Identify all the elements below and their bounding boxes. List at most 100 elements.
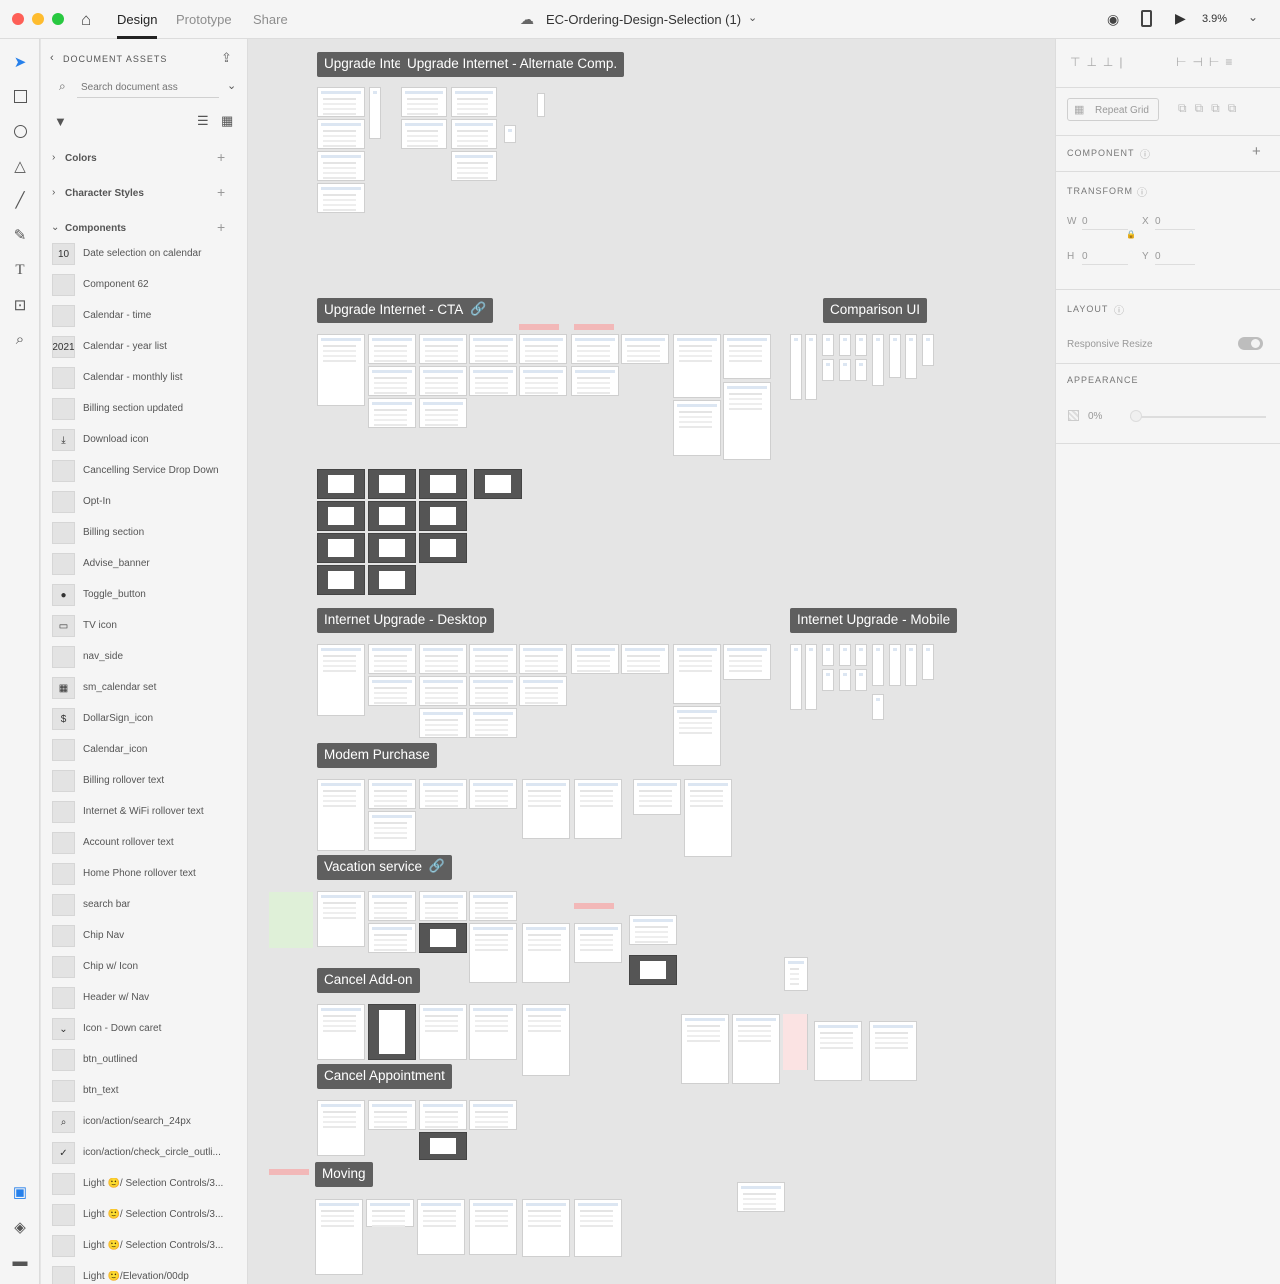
zoom-tool-icon[interactable]: ⌕	[10, 329, 30, 349]
artboard-thumbnail[interactable]	[805, 334, 817, 400]
artboard-thumbnail[interactable]	[368, 676, 416, 706]
component-item[interactable]: Calendar - time	[41, 301, 247, 332]
component-item[interactable]: $ DollarSign_icon	[41, 704, 247, 735]
component-item[interactable]: search bar	[41, 890, 247, 921]
user-icon[interactable]: ◉	[1107, 11, 1119, 28]
artboard-thumbnail[interactable]	[537, 93, 545, 117]
component-item[interactable]: Light 🙂/Elevation/00dp	[41, 1262, 247, 1284]
group-label-cancel-add-on[interactable]: Cancel Add-on	[317, 968, 420, 993]
artboard-thumbnail[interactable]	[855, 359, 867, 381]
artboard-thumbnail[interactable]	[317, 87, 365, 117]
component-item[interactable]: Internet & WiFi rollover text	[41, 797, 247, 828]
artboard-thumbnail[interactable]	[839, 359, 851, 381]
artboard-thumbnail[interactable]	[419, 334, 467, 364]
component-item[interactable]: Cancelling Service Drop Down	[41, 456, 247, 487]
component-item[interactable]: Light 🙂/ Selection Controls/3...	[41, 1200, 247, 1231]
line-tool-icon[interactable]: ╱	[10, 190, 30, 210]
add-component-icon[interactable]: +	[217, 219, 225, 235]
chevron-down-icon[interactable]: ⌄	[1248, 10, 1258, 24]
tab-design[interactable]: Design	[117, 12, 157, 27]
artboard-thumbnail[interactable]	[869, 1021, 917, 1081]
component-item[interactable]: Advise_banner	[41, 549, 247, 580]
artboard-thumbnail[interactable]	[317, 151, 365, 181]
artboard-thumbnail[interactable]	[790, 334, 802, 400]
artboard-thumbnail[interactable]	[574, 1199, 622, 1257]
artboard-thumbnail-dark[interactable]	[419, 533, 467, 563]
artboard-thumbnail-dark[interactable]	[317, 501, 365, 531]
add-character-style-icon[interactable]: +	[217, 184, 225, 200]
group-label-upgrade-internet-cta[interactable]: Upgrade Internet - CTA 🔗	[317, 298, 494, 323]
component-item[interactable]: Opt-In	[41, 487, 247, 518]
component-item[interactable]: Billing section	[41, 518, 247, 549]
artboard-thumbnail[interactable]	[922, 644, 934, 680]
artboard-thumbnail[interactable]	[419, 644, 467, 674]
artboard-thumbnail[interactable]	[723, 334, 771, 379]
artboard-thumbnail[interactable]	[419, 366, 467, 396]
info-icon[interactable]: ⓘ	[1140, 146, 1150, 161]
y-field[interactable]: 0	[1155, 251, 1195, 265]
artboard-thumbnail[interactable]	[469, 779, 517, 809]
component-item[interactable]: ● Toggle_button	[41, 580, 247, 611]
group-label-internet-upgrade-desktop[interactable]: Internet Upgrade - Desktop	[317, 608, 494, 633]
artboard-thumbnail[interactable]	[419, 1100, 467, 1130]
text-tool-icon[interactable]: T	[10, 260, 30, 280]
artboard-thumbnail[interactable]	[317, 644, 365, 716]
artboard-thumbnail[interactable]	[522, 1004, 570, 1076]
artboard-thumbnail[interactable]	[723, 644, 771, 680]
artboard-thumbnail[interactable]	[673, 706, 721, 766]
artboard-thumbnail[interactable]	[822, 669, 834, 691]
artboard-thumbnail[interactable]	[469, 923, 517, 983]
artboard-thumbnail[interactable]	[369, 87, 381, 139]
artboard-thumbnail[interactable]	[673, 400, 721, 456]
component-item[interactable]: ▦ sm_calendar set	[41, 673, 247, 704]
artboard-thumbnail[interactable]	[317, 1100, 365, 1156]
component-item[interactable]: 10 Date selection on calendar	[41, 239, 247, 270]
artboard-thumbnail[interactable]	[681, 1014, 729, 1084]
zoom-window-button[interactable]	[52, 13, 64, 25]
opacity-slider-handle[interactable]	[1130, 410, 1142, 422]
search-input[interactable]	[81, 79, 221, 95]
width-field[interactable]: 0	[1082, 216, 1128, 230]
align-top-icons[interactable]: ⊤⊥⊥|	[1070, 55, 1128, 69]
component-item[interactable]: Billing rollover text	[41, 766, 247, 797]
boolean-ops-icons[interactable]: ⧉⧉⧉⧉	[1178, 101, 1244, 116]
artboard-thumbnail[interactable]	[839, 644, 851, 666]
artboard-thumbnail[interactable]	[839, 334, 851, 356]
chevron-down-icon[interactable]: ⌄	[748, 11, 757, 24]
mobile-preview-icon[interactable]	[1141, 10, 1152, 27]
artboard-thumbnail[interactable]	[673, 644, 721, 704]
component-item[interactable]: Calendar_icon	[41, 735, 247, 766]
artboard-thumbnail-dark[interactable]	[368, 501, 416, 531]
artboard-thumbnail[interactable]	[814, 1021, 862, 1081]
component-item[interactable]: Header w/ Nav	[41, 983, 247, 1014]
artboard-thumbnail[interactable]	[504, 125, 516, 143]
artboard-thumbnail[interactable]	[519, 676, 567, 706]
artboard-thumbnail-dark[interactable]	[368, 533, 416, 563]
group-label-upgrade-internet-alternate[interactable]: Upgrade Internet - Alternate Comp.	[400, 52, 625, 77]
x-field[interactable]: 0	[1155, 216, 1195, 230]
component-item[interactable]: 2021 Calendar - year list	[41, 332, 247, 363]
artboard-thumbnail-dark[interactable]	[474, 469, 522, 499]
chevron-right-icon[interactable]: ›	[52, 152, 55, 163]
annotation-note[interactable]	[783, 1014, 807, 1070]
home-icon[interactable]: ⌂	[81, 10, 91, 30]
artboard-thumbnail[interactable]	[522, 923, 570, 983]
responsive-resize-toggle[interactable]	[1238, 337, 1263, 350]
artboard-thumbnail[interactable]	[822, 334, 834, 356]
annotation-note[interactable]	[574, 903, 614, 909]
group-label-vacation-service[interactable]: Vacation service 🔗	[317, 855, 453, 880]
artboard-thumbnail[interactable]	[855, 334, 867, 356]
component-item[interactable]: Light 🙂/ Selection Controls/3...	[41, 1169, 247, 1200]
component-item[interactable]: Calendar - monthly list	[41, 363, 247, 394]
group-label-upgrade-internet[interactable]: Upgrade Inte	[317, 52, 408, 77]
artboard-thumbnail[interactable]	[368, 1100, 416, 1130]
artboard-thumbnail[interactable]	[872, 694, 884, 720]
artboard-thumbnail[interactable]	[571, 366, 619, 396]
artboard-thumbnail-dark[interactable]	[317, 533, 365, 563]
artboard-thumbnail[interactable]	[633, 779, 681, 815]
design-canvas[interactable]: Upgrade Inte Upgrade Internet - Alternat…	[249, 39, 1055, 1284]
artboard-thumbnail[interactable]	[571, 644, 619, 674]
artboard-thumbnail[interactable]	[790, 644, 802, 710]
annotation-note[interactable]	[269, 1169, 309, 1175]
artboard-thumbnail[interactable]	[737, 1182, 785, 1212]
